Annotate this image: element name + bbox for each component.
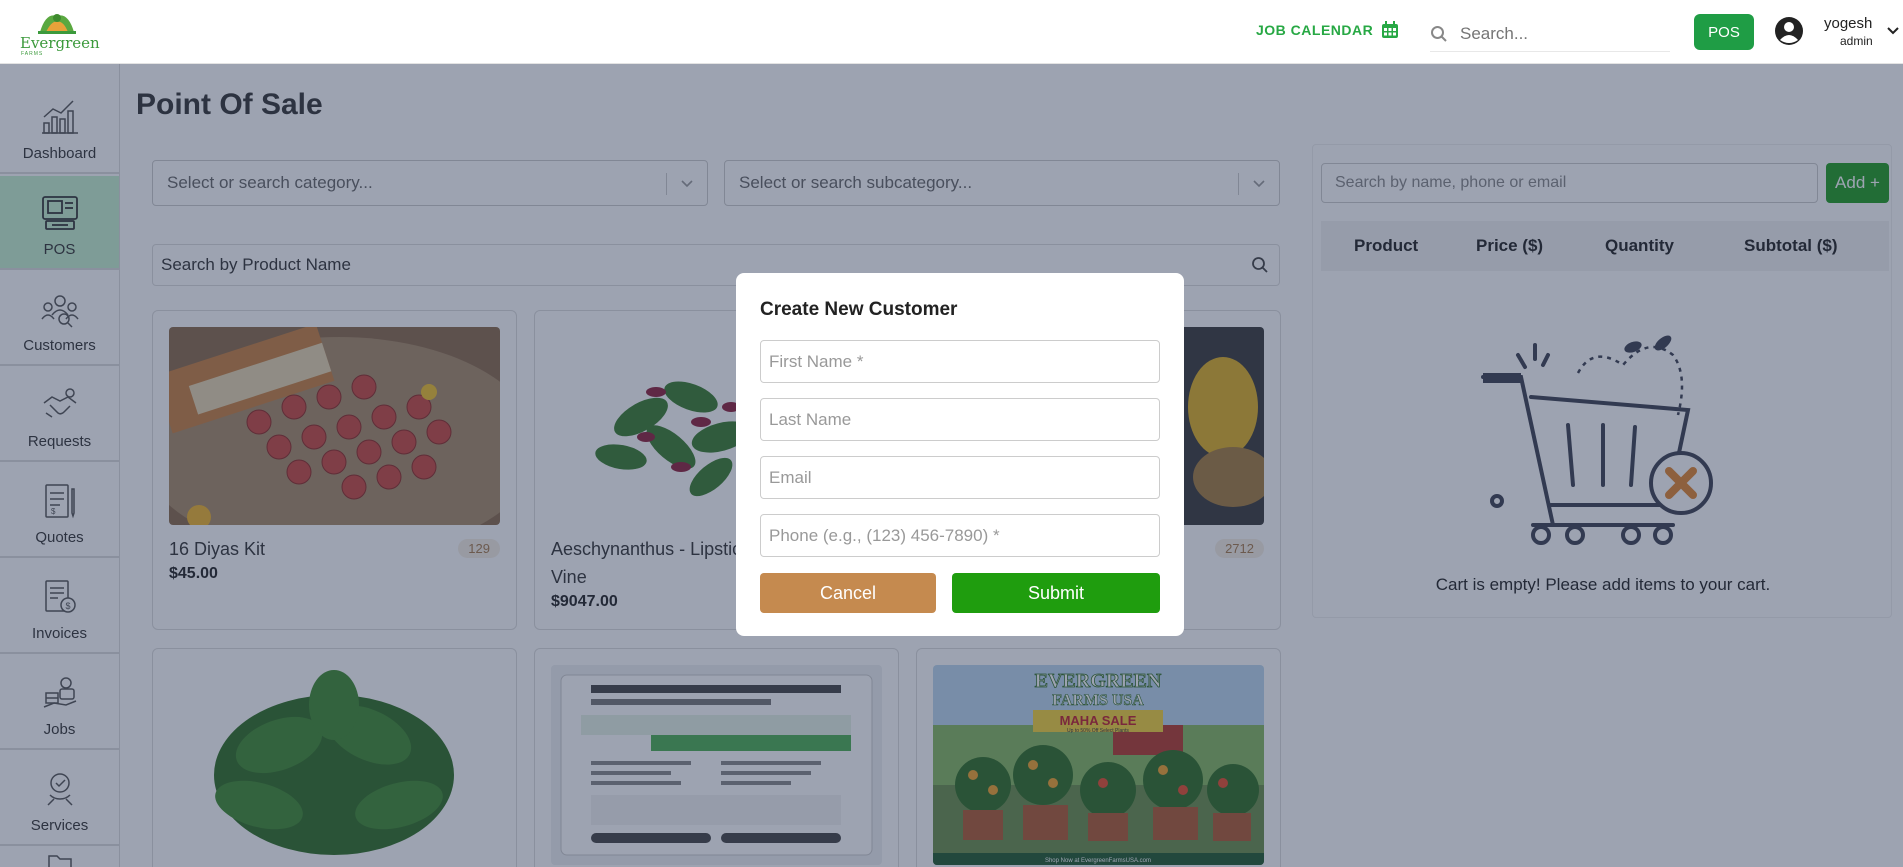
first-name-field[interactable] [760,340,1160,383]
pos-button[interactable]: POS [1694,14,1754,50]
last-name-field[interactable] [760,398,1160,441]
job-calendar-link[interactable]: JOB CALENDAR [1256,21,1399,39]
email-field[interactable] [760,456,1160,499]
submit-button[interactable]: Submit [952,573,1160,613]
user-name[interactable]: yogesh [1824,15,1872,32]
logo-subtext: FARMS [21,51,44,57]
logo-text: Evergreen [20,34,100,52]
user-avatar-icon[interactable] [1774,16,1804,46]
header-search[interactable] [1430,16,1670,52]
calendar-icon [1382,21,1399,38]
create-customer-modal: Create New Customer Cancel Submit [736,273,1184,636]
evergreen-logo[interactable]: Evergreen FARMS [18,10,100,57]
top-header: Evergreen FARMS JOB CALENDAR POS yogesh … [0,0,1903,64]
chevron-down-icon[interactable] [1886,26,1900,36]
modal-title: Create New Customer [760,299,958,320]
user-role: admin [1840,34,1873,48]
search-icon [1431,25,1447,42]
job-calendar-label: JOB CALENDAR [1256,22,1374,38]
cancel-button[interactable]: Cancel [760,573,936,613]
header-search-input[interactable] [1460,23,1660,44]
phone-field[interactable] [760,514,1160,557]
